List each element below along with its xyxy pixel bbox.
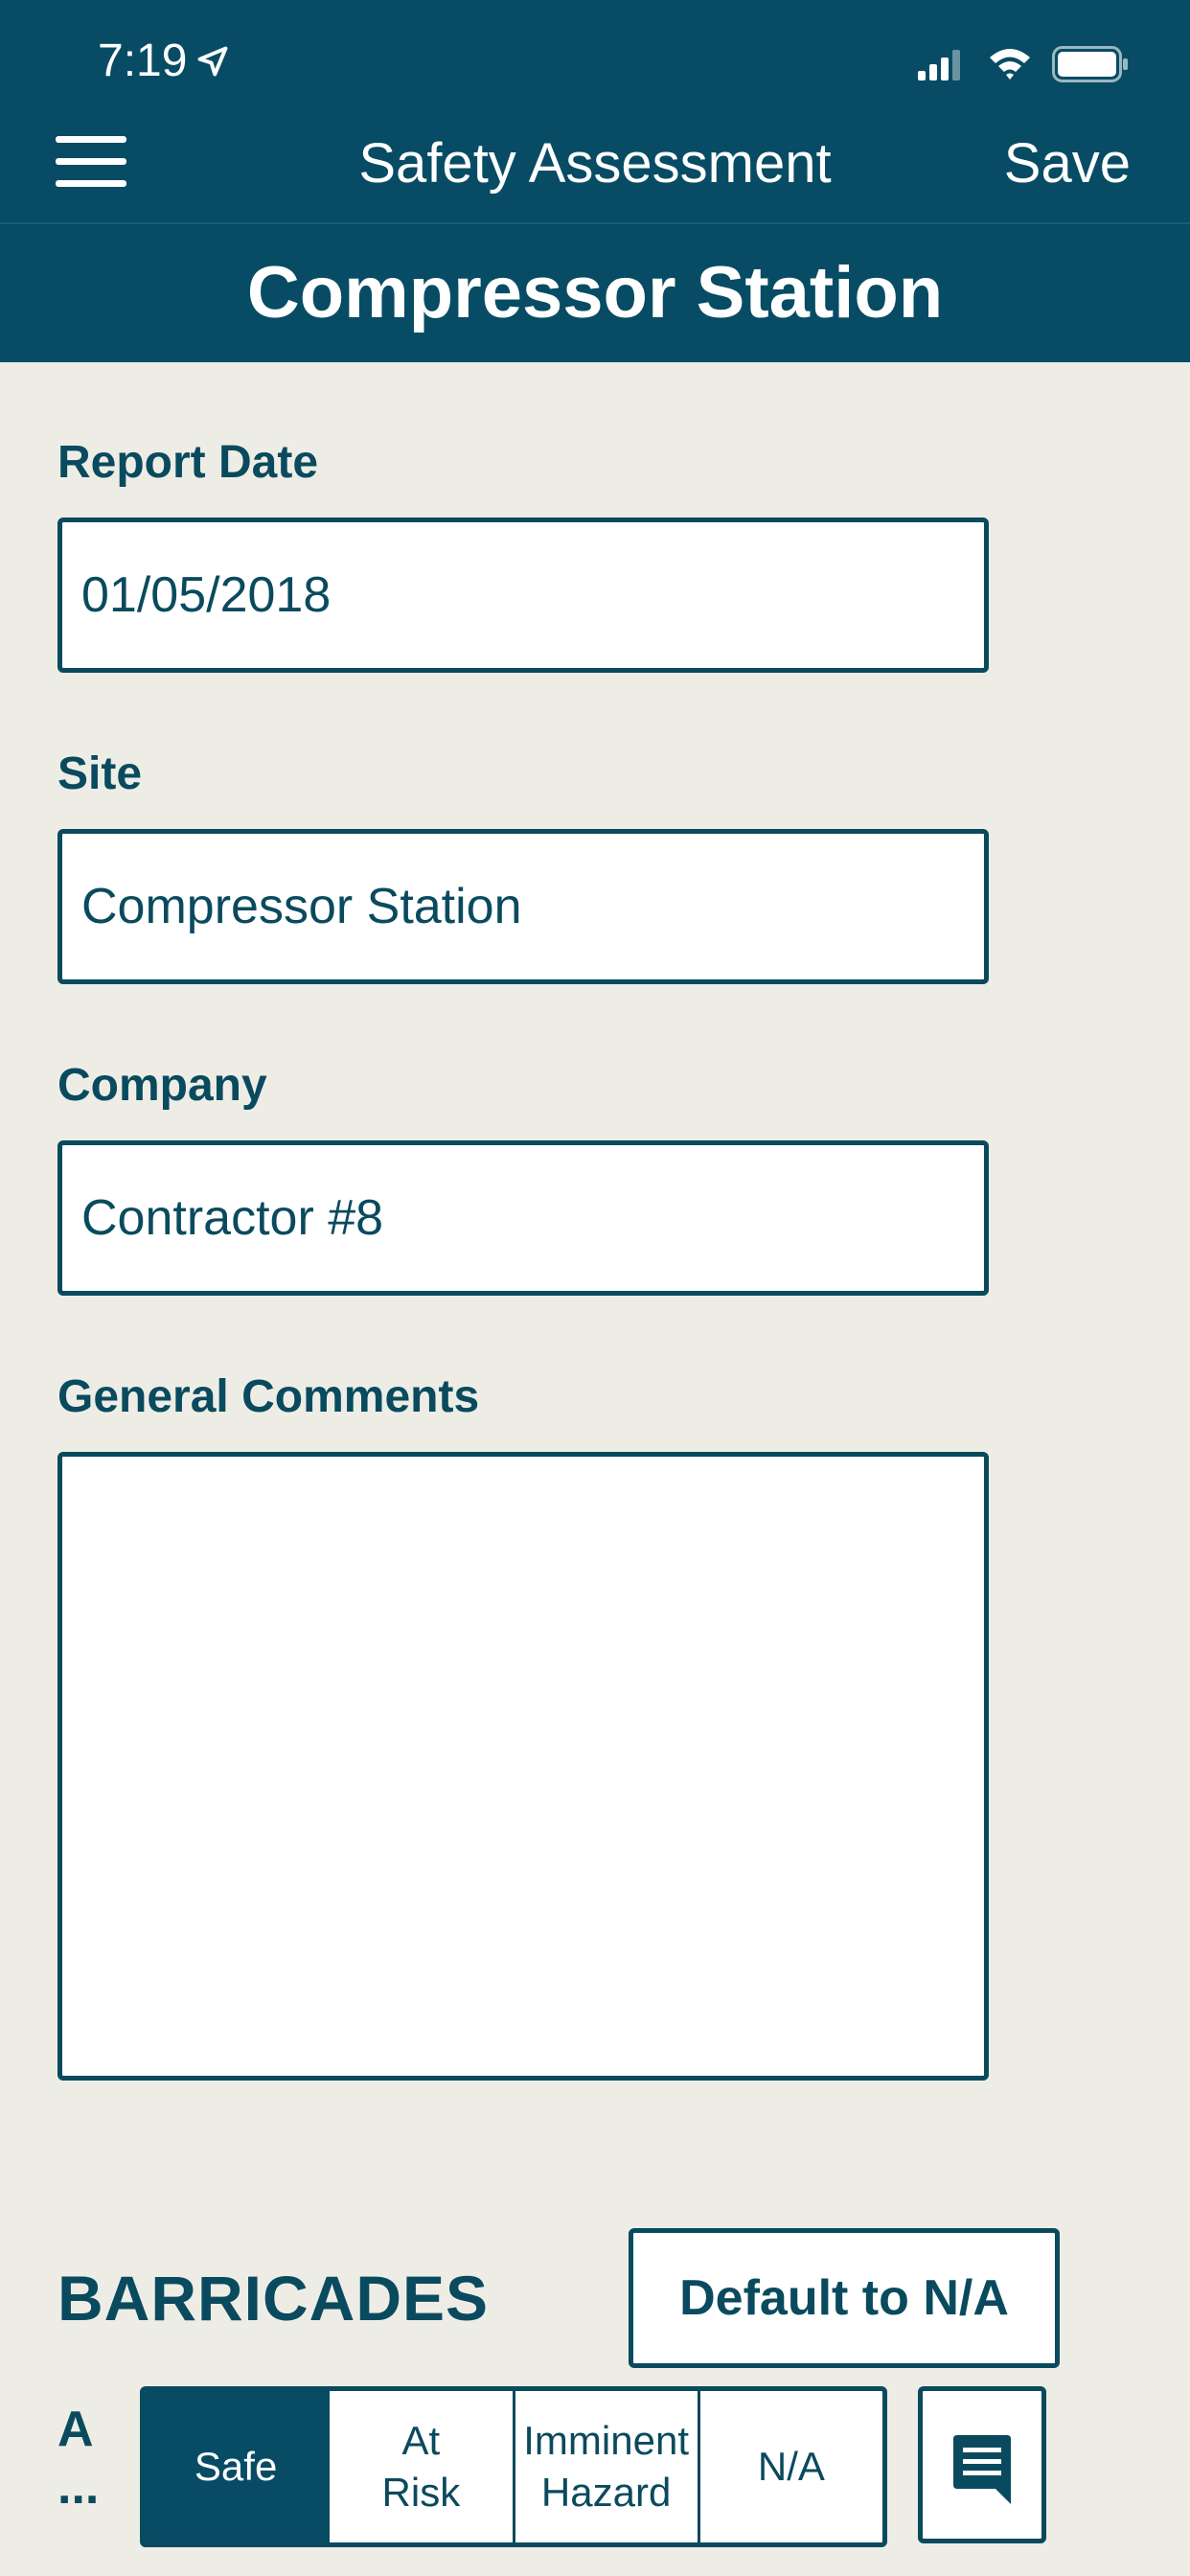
default-to-na-button[interactable]: Default to N/A — [629, 2228, 1060, 2368]
rating-option-at-risk[interactable]: At Risk — [330, 2391, 515, 2542]
rating-option-at-risk-line1: At — [401, 2418, 441, 2463]
assessment-item-label: A ... — [57, 2401, 99, 2516]
save-button[interactable]: Save — [1004, 105, 1131, 222]
site-field[interactable]: Compressor Station — [57, 829, 989, 984]
company-field[interactable]: Contractor #8 — [57, 1140, 989, 1296]
rating-option-safe[interactable]: Safe — [145, 2391, 331, 2542]
assessment-item-label-line2: ... — [57, 2459, 100, 2515]
rating-option-na-label: N/A — [757, 2444, 825, 2489]
rating-segmented-control: Safe At Risk Imminent Hazard N/A — [140, 2386, 887, 2547]
status-time: 7:19 — [98, 35, 188, 86]
comment-icon — [953, 2435, 1011, 2504]
rating-option-imminent-hazard[interactable]: Imminent Hazard — [515, 2391, 700, 2542]
comment-button[interactable] — [918, 2386, 1046, 2543]
company-label: Company — [57, 1060, 267, 1111]
rating-option-imminent-hazard-line2: Hazard — [540, 2470, 672, 2515]
assessment-item-label-line1: A — [57, 2402, 94, 2457]
section-title: BARRICADES — [57, 2263, 490, 2334]
rating-option-at-risk-line2: Risk — [381, 2470, 461, 2515]
wifi-icon — [990, 49, 1030, 80]
rating-option-safe-label: Safe — [194, 2444, 278, 2489]
app-header: 7:19 Safety Assessment Save Compressor S… — [0, 0, 1190, 362]
site-label: Site — [57, 748, 143, 799]
cellular-signal-icon — [918, 50, 960, 80]
site-title: Compressor Station — [246, 252, 944, 334]
general-comments-field[interactable] — [57, 1452, 989, 2081]
battery-icon — [1052, 46, 1128, 82]
rating-option-imminent-hazard-line1: Imminent — [523, 2418, 689, 2463]
report-date-label: Report Date — [57, 437, 319, 488]
navigation-bar: Safety Assessment Save — [0, 105, 1190, 224]
location-arrow-icon — [197, 46, 228, 77]
general-comments-label: General Comments — [57, 1371, 480, 1422]
rating-option-na[interactable]: N/A — [700, 2391, 882, 2542]
report-date-field[interactable]: 01/05/2018 — [57, 518, 989, 673]
